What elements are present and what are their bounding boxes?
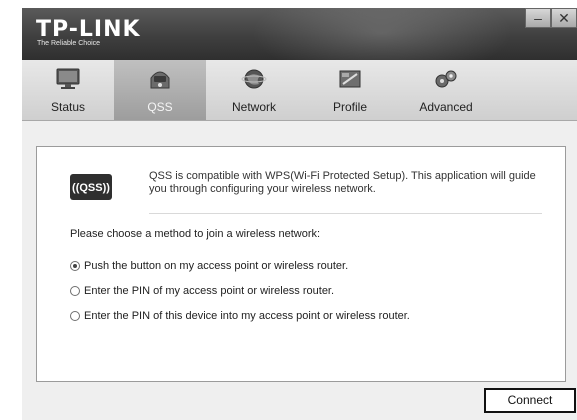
profile-icon — [339, 70, 361, 88]
tab-label: QSS — [147, 100, 173, 114]
option-label: Push the button on my access point or wi… — [84, 260, 349, 272]
tab-network[interactable]: Network — [206, 60, 302, 120]
radio[interactable] — [70, 311, 80, 321]
brand-tagline: The Reliable Choice — [37, 40, 101, 47]
radio[interactable] — [70, 286, 80, 296]
qss-logo-icon: ((QSS)) — [70, 174, 112, 200]
qss-intro-text: QSS is compatible with WPS(Wi-Fi Protect… — [149, 170, 536, 195]
tab-advanced[interactable]: Advanced — [398, 60, 494, 120]
tab-status[interactable]: Status — [22, 60, 114, 120]
divider — [149, 213, 542, 214]
window-controls: – ✕ — [525, 8, 577, 28]
radio-selected[interactable] — [70, 261, 80, 271]
option-label: Enter the PIN of this device into my acc… — [84, 310, 410, 322]
monitor-icon — [56, 68, 80, 89]
method-option-enter-ap-pin[interactable]: Enter the PIN of my access point or wire… — [70, 285, 334, 297]
method-option-push-button[interactable]: Push the button on my access point or wi… — [70, 260, 348, 272]
qss-panel: ((QSS)) QSS is compatible with WPS(Wi-Fi… — [36, 146, 566, 382]
tab-label: Network — [231, 100, 276, 114]
tab-label: Status — [50, 100, 86, 114]
close-button[interactable]: ✕ — [551, 8, 577, 28]
gears-icon — [435, 70, 457, 88]
title-bar: TP-LINK The Reliable Choice – ✕ — [22, 8, 577, 78]
tab-profile[interactable]: Profile — [302, 60, 398, 120]
app-window: TP-LINK The Reliable Choice – ✕ Status Q… — [22, 8, 577, 420]
brand-logo: TP-LINK — [36, 17, 141, 42]
method-option-enter-device-pin[interactable]: Enter the PIN of this device into my acc… — [70, 310, 410, 322]
globe-icon — [241, 69, 267, 89]
connect-button[interactable]: Connect — [484, 388, 576, 413]
tab-label: Profile — [332, 100, 367, 114]
qss-logo-text: ((QSS)) — [72, 182, 110, 194]
method-prompt: Please choose a method to join a wireles… — [70, 228, 321, 240]
tab-qss[interactable]: QSS — [114, 60, 206, 120]
qss-icon — [150, 71, 170, 89]
tab-label: Advanced — [419, 100, 473, 114]
main-tab-bar: Status QSS Network Profile Advanced — [22, 60, 577, 121]
option-label: Enter the PIN of my access point or wire… — [84, 285, 335, 297]
minimize-button[interactable]: – — [525, 8, 551, 28]
